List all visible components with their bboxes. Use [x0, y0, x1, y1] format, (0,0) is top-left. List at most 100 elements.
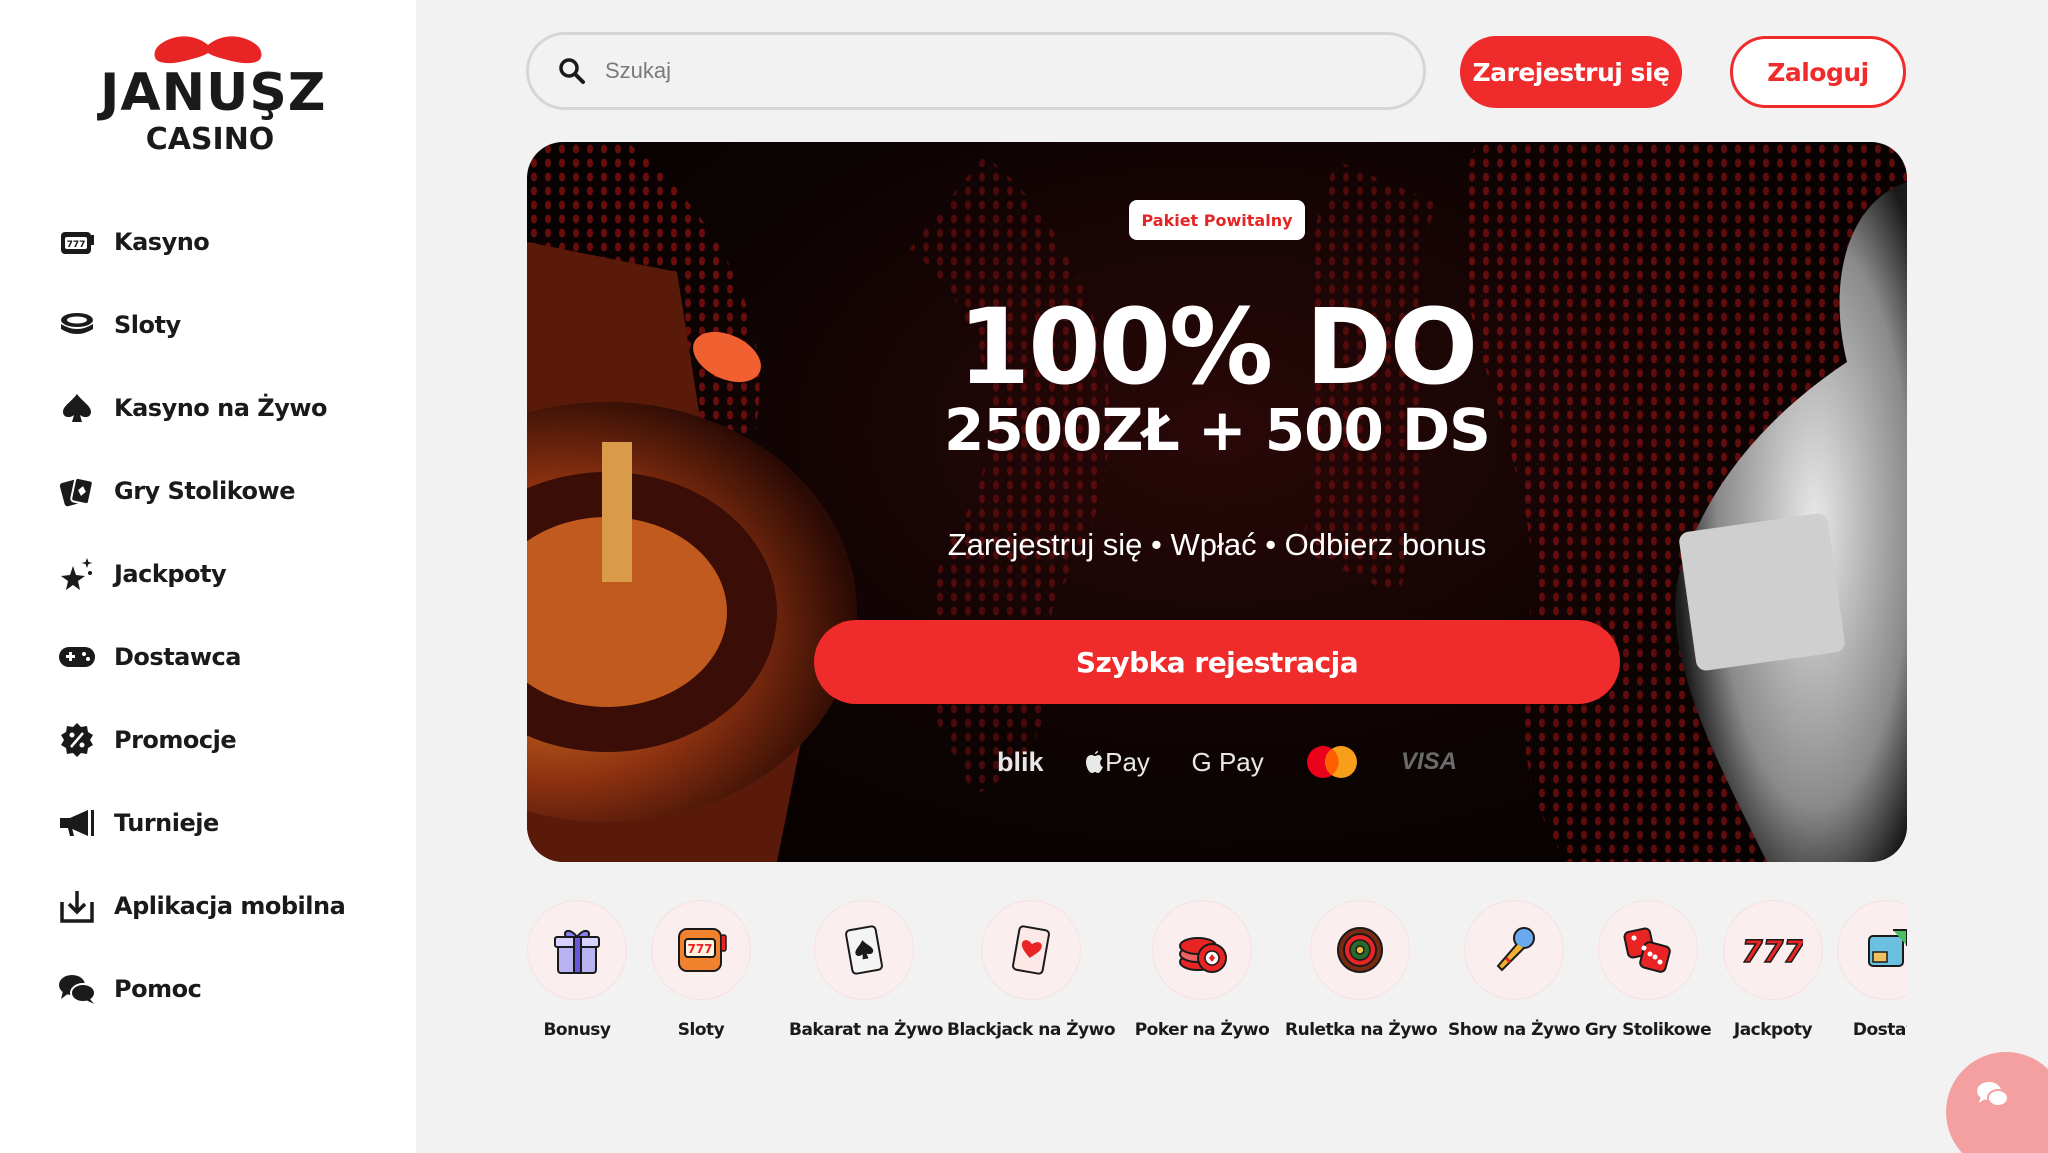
microphone-icon: [1496, 927, 1535, 972]
category-circle: [814, 900, 914, 1000]
sidebar-item-label: Dostawca: [114, 642, 241, 671]
roulette-icon: [1337, 927, 1383, 973]
heart-card-icon: [1012, 925, 1050, 975]
apple-pay-label: Pay: [1105, 746, 1150, 777]
svg-text:777: 777: [67, 240, 86, 250]
live-chat-button[interactable]: [1946, 1052, 2048, 1153]
megaphone-icon: [58, 804, 96, 842]
stars-icon: [58, 555, 96, 593]
search-bar[interactable]: [526, 32, 1426, 110]
quick-register-button[interactable]: Szybka rejestracja: [814, 620, 1620, 704]
poker-chips-icon: [1179, 937, 1227, 973]
category-gry-stolikowe[interactable]: Gry Stolikowe: [1583, 900, 1713, 1040]
dice-icon: [1623, 927, 1671, 973]
category-circle: [1310, 900, 1410, 1000]
sidebar-item-turnieje[interactable]: Turnieje: [58, 781, 398, 864]
category-show-na-zywo[interactable]: Show na Żywo: [1439, 900, 1589, 1040]
slot-machine-icon: 777: [58, 223, 96, 261]
sidebar-item-label: Sloty: [114, 310, 181, 339]
category-circle: [527, 900, 627, 1000]
category-ruletka-na-zywo[interactable]: Ruletka na Żywo: [1285, 900, 1438, 1040]
gamepad-icon: [58, 638, 96, 676]
banner-subline: 2500ZŁ + 500 DS: [944, 396, 1491, 464]
category-label: Jackpoty: [1733, 1020, 1813, 1040]
svg-text:777: 777: [1743, 935, 1803, 970]
chat-bubbles-icon: [58, 970, 96, 1008]
sidebar-item-jackpoty[interactable]: Jackpoty: [58, 532, 398, 615]
brand-sub: CASINO: [145, 122, 275, 157]
category-label: Bonusy: [543, 1020, 611, 1040]
provider-icon: [1868, 929, 1907, 967]
spade-card-icon: [845, 925, 883, 975]
sidebar-item-label: Kasyno na Żywo: [114, 393, 328, 422]
blik-logo: blik: [997, 746, 1044, 777]
category-label: Sloty: [677, 1020, 725, 1040]
category-label: Ruletka na Żywo: [1285, 1020, 1438, 1040]
category-label: Dostaw: [1852, 1020, 1907, 1040]
category-label: Gry Stolikowe: [1584, 1020, 1712, 1040]
sidebar-item-sloty[interactable]: Sloty: [58, 283, 398, 366]
sidebar-nav: 777 Kasyno Sloty Kasyno na Żywo Gry Stol…: [58, 200, 398, 1030]
apple-icon: [1086, 751, 1104, 773]
category-label: Show na Żywo: [1448, 1020, 1580, 1040]
category-circle: 777: [651, 900, 751, 1000]
category-circle: [1464, 900, 1564, 1000]
coin-stack-icon: [58, 306, 96, 344]
welcome-package-badge: Pakiet Powitalny: [1129, 200, 1305, 240]
category-jackpoty[interactable]: 777 Jackpoty: [1723, 900, 1823, 1040]
sidebar-item-label: Gry Stolikowe: [114, 476, 296, 505]
category-bonusy[interactable]: Bonusy: [527, 900, 627, 1040]
sidebar-item-label: Kasyno: [114, 227, 210, 256]
category-label: Poker na Żywo: [1134, 1020, 1270, 1040]
lucky-777-icon: 777: [1743, 934, 1803, 970]
category-carousel: Bonusy 777 Sloty Bakarat na Żywo Blackja…: [527, 900, 1907, 1050]
spade-icon: [58, 389, 96, 427]
sidebar-item-kasyno-na-zywo[interactable]: Kasyno na Żywo: [58, 366, 398, 449]
register-button[interactable]: Zarejestruj się: [1460, 36, 1682, 108]
cards-icon: [58, 472, 96, 510]
sidebar-item-kasyno[interactable]: 777 Kasyno: [58, 200, 398, 283]
slot-machine-icon: 777: [678, 928, 727, 972]
gift-icon: [554, 930, 600, 974]
visa-logo: VISA: [1400, 748, 1457, 775]
sidebar-item-label: Jackpoty: [114, 559, 227, 588]
percent-badge-icon: [58, 721, 96, 759]
category-circle: 777: [1723, 900, 1823, 1000]
download-icon: [58, 887, 96, 925]
sidebar-item-label: Promocje: [114, 725, 237, 754]
welcome-banner[interactable]: Pakiet Powitalny 100% DO 2500ZŁ + 500 DS…: [527, 142, 1907, 862]
sidebar-item-dostawca[interactable]: Dostawca: [58, 615, 398, 698]
category-blackjack-na-zywo[interactable]: Blackjack na Żywo: [943, 900, 1119, 1040]
category-label: Bakarat na Żywo: [789, 1020, 943, 1040]
search-input[interactable]: [605, 58, 1365, 84]
brand-name: JANUŞZ: [100, 63, 327, 123]
category-label: Blackjack na Żywo: [946, 1020, 1116, 1040]
search-icon: [559, 58, 585, 84]
sidebar-item-gry-stolikowe[interactable]: Gry Stolikowe: [58, 449, 398, 532]
sidebar-item-promocje[interactable]: Promocje: [58, 698, 398, 781]
mastercard-icon: [1307, 746, 1358, 778]
sidebar-item-pomoc[interactable]: Pomoc: [58, 947, 398, 1030]
category-circle: [981, 900, 1081, 1000]
category-poker-na-zywo[interactable]: Poker na Żywo: [1127, 900, 1277, 1040]
sidebar: JANUŞZ CASINO 777 Kasyno Sloty Kasyno na…: [0, 0, 416, 1153]
sidebar-item-label: Pomoc: [114, 974, 202, 1003]
payment-methods: blik Pay G Pay VISA: [997, 740, 1457, 784]
mastercard-logo: [1305, 745, 1359, 779]
category-circle: [1598, 900, 1698, 1000]
banner-steps: Zarejestruj się • Wpłać • Odbierz bonus: [947, 527, 1487, 562]
category-circle: [1152, 900, 1252, 1000]
google-pay-logo: G Pay: [1191, 746, 1264, 777]
sidebar-item-label: Turnieje: [114, 808, 219, 837]
banner-headline: 100% DO: [957, 286, 1478, 408]
category-bakarat-na-zywo[interactable]: Bakarat na Żywo: [789, 900, 943, 1040]
sidebar-item-aplikacja-mobilna[interactable]: Aplikacja mobilna: [58, 864, 398, 947]
casino-logo[interactable]: JANUŞZ CASINO: [100, 35, 327, 165]
category-circle: [1837, 900, 1907, 1000]
category-sloty[interactable]: 777 Sloty: [651, 900, 751, 1040]
sidebar-item-label: Aplikacja mobilna: [114, 891, 346, 920]
chat-icon: [1977, 1082, 2009, 1107]
svg-text:777: 777: [687, 942, 712, 956]
category-dostawca[interactable]: Dostaw: [1837, 900, 1907, 1040]
login-button[interactable]: Zaloguj: [1730, 36, 1906, 108]
